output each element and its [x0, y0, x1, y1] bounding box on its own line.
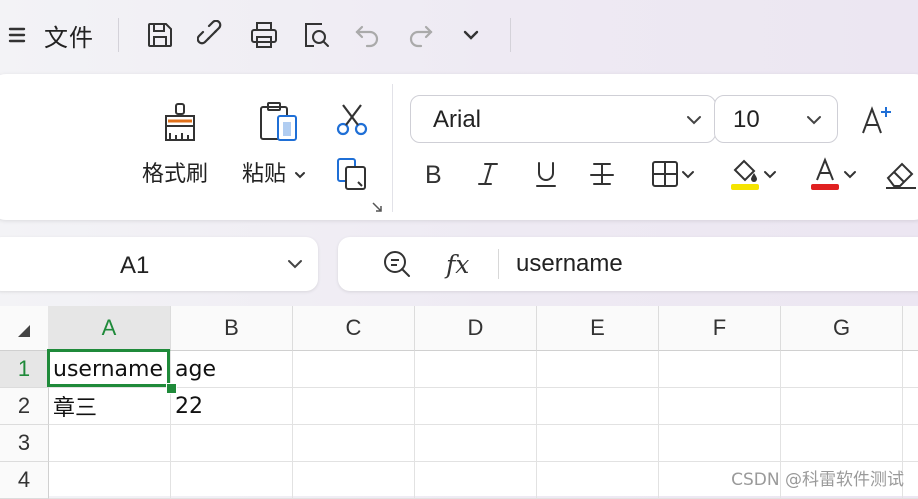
column-header-c[interactable]: C	[293, 306, 415, 351]
cell-b4[interactable]	[171, 462, 293, 499]
font-color-button[interactable]	[802, 154, 864, 194]
format-painter-icon[interactable]	[158, 100, 202, 144]
chevron-down-icon[interactable]	[803, 109, 825, 131]
strikethrough-icon[interactable]	[584, 156, 620, 192]
cell-h3[interactable]	[903, 425, 918, 462]
undo-icon[interactable]	[350, 18, 386, 52]
clipboard-expand-icon[interactable]	[370, 200, 384, 214]
italic-icon[interactable]	[470, 156, 506, 192]
chevron-down-icon[interactable]	[680, 166, 696, 182]
file-menu[interactable]: 文件	[40, 18, 98, 52]
cell-a2[interactable]: 章三	[49, 388, 171, 425]
cell-f1[interactable]	[659, 351, 781, 388]
redo-icon[interactable]	[402, 18, 438, 52]
cell-e1[interactable]	[537, 351, 659, 388]
link-icon[interactable]	[194, 18, 230, 52]
paste-label: 粘贴	[242, 162, 287, 187]
cell-e3[interactable]	[537, 425, 659, 462]
select-all-icon	[18, 325, 30, 337]
chevron-down-icon[interactable]	[293, 168, 307, 182]
column-header-b[interactable]: B	[171, 306, 293, 351]
name-box[interactable]: A1	[0, 237, 318, 291]
chevron-down-icon[interactable]	[284, 253, 306, 275]
format-painter-label[interactable]: 格式刷	[142, 156, 208, 188]
cell-g2[interactable]	[781, 388, 903, 425]
print-icon[interactable]	[246, 18, 282, 52]
cell-h2[interactable]	[903, 388, 918, 425]
cell-d1[interactable]	[415, 351, 537, 388]
svg-text:B: B	[425, 161, 442, 188]
divider	[392, 84, 393, 212]
formula-bar: fx username	[338, 237, 918, 291]
row-header-1[interactable]: 1	[0, 351, 49, 388]
borders-button[interactable]	[642, 156, 704, 192]
quick-access-toolbar: 文件	[0, 0, 918, 70]
column-header-f[interactable]: F	[659, 306, 781, 351]
divider	[510, 18, 511, 52]
divider	[498, 249, 499, 279]
bold-icon[interactable]: B	[416, 156, 452, 192]
cell-h1[interactable]	[903, 351, 918, 388]
divider	[118, 18, 119, 52]
print-preview-icon[interactable]	[298, 18, 334, 52]
eraser-icon[interactable]	[882, 154, 918, 194]
cell-reference: A1	[120, 252, 150, 279]
cell-c2[interactable]	[293, 388, 415, 425]
cell-c3[interactable]	[293, 425, 415, 462]
chevron-down-icon[interactable]	[683, 109, 705, 131]
row-header-4[interactable]: 4	[0, 462, 49, 499]
cell-b1[interactable]: age	[171, 351, 293, 388]
column-header-h[interactable]	[903, 306, 918, 351]
chevron-down-icon[interactable]	[762, 166, 778, 182]
column-header-g[interactable]: G	[781, 306, 903, 351]
cell-d4[interactable]	[415, 462, 537, 499]
increase-font-size-icon[interactable]	[856, 100, 896, 140]
fill-color-button[interactable]	[722, 154, 784, 194]
zoom-formula-icon[interactable]	[382, 249, 412, 279]
cell-c1[interactable]	[293, 351, 415, 388]
cell-a4[interactable]	[49, 462, 171, 499]
cell-h4[interactable]	[903, 462, 918, 499]
row-header-3[interactable]: 3	[0, 425, 49, 462]
column-header-e[interactable]: E	[537, 306, 659, 351]
font-size-value: 10	[733, 106, 760, 133]
cell-d3[interactable]	[415, 425, 537, 462]
column-header-d[interactable]: D	[415, 306, 537, 351]
cell-b3[interactable]	[171, 425, 293, 462]
fill-color-icon	[731, 159, 759, 190]
cell-e4[interactable]	[537, 462, 659, 499]
cell-f2[interactable]	[659, 388, 781, 425]
paste-icon[interactable]	[254, 100, 302, 144]
select-all-corner[interactable]	[0, 306, 49, 351]
column-header-a[interactable]: A	[48, 306, 171, 352]
cell-e2[interactable]	[537, 388, 659, 425]
watermark: CSDN @科雷软件测试	[731, 470, 904, 490]
cell-f3[interactable]	[659, 425, 781, 462]
borders-icon	[652, 161, 678, 187]
save-icon[interactable]	[142, 18, 178, 52]
cut-icon[interactable]	[332, 100, 372, 140]
paste-button[interactable]: 粘贴	[242, 156, 307, 188]
cell-g3[interactable]	[781, 425, 903, 462]
cell-d2[interactable]	[415, 388, 537, 425]
copy-icon[interactable]	[332, 154, 372, 194]
menu-icon[interactable]	[2, 18, 32, 52]
underline-icon[interactable]	[528, 156, 564, 192]
font-size-select[interactable]: 10	[714, 95, 838, 143]
fill-handle[interactable]	[166, 383, 177, 394]
font-name-select[interactable]: Arial	[410, 95, 716, 143]
font-color-icon	[811, 157, 839, 190]
chevron-down-icon[interactable]	[842, 166, 858, 182]
formula-input[interactable]: username	[516, 250, 623, 278]
chevron-down-icon[interactable]	[456, 18, 486, 52]
function-icon[interactable]: fx	[446, 250, 469, 279]
cell-c4[interactable]	[293, 462, 415, 499]
cell-a1[interactable]: username	[49, 351, 171, 388]
cell-a3[interactable]	[49, 425, 171, 462]
row-header-2[interactable]: 2	[0, 388, 49, 425]
cell-b2[interactable]: 22	[171, 388, 293, 425]
cell-g1[interactable]	[781, 351, 903, 388]
font-name-value: Arial	[433, 106, 482, 133]
